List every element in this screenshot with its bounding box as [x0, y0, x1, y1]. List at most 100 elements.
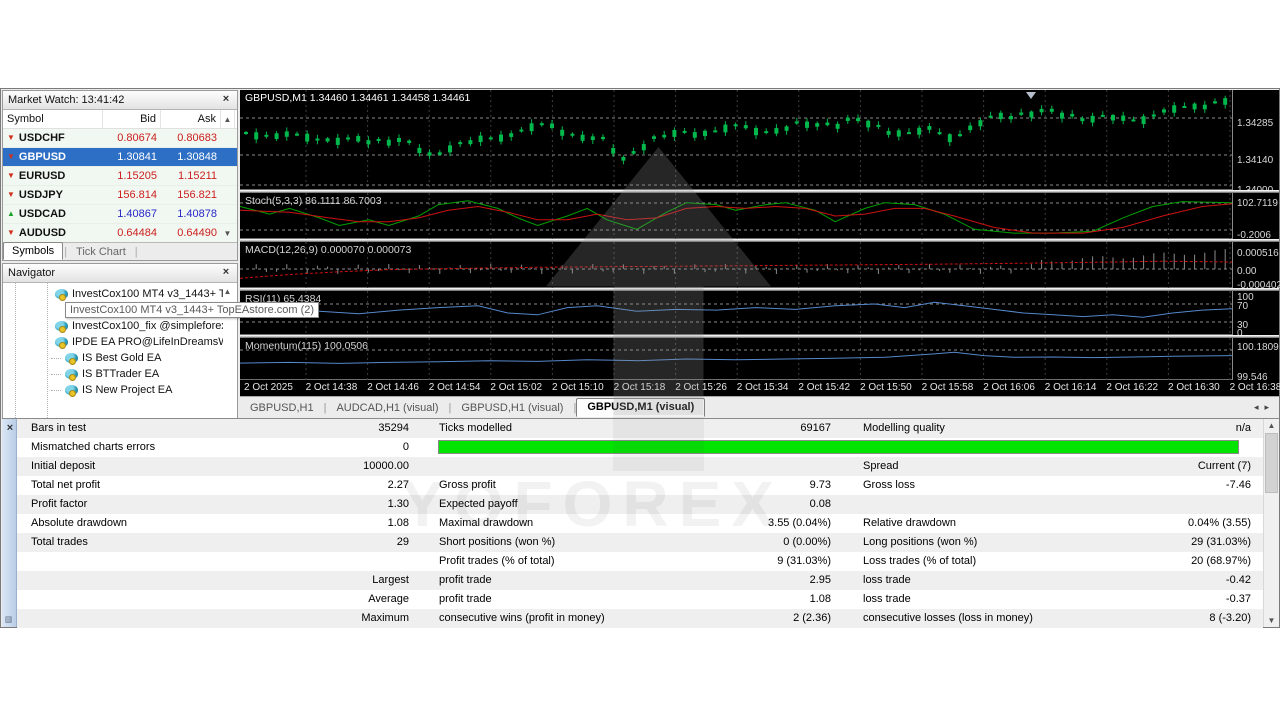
- navigator-item[interactable]: IS Best Gold EA: [51, 350, 223, 366]
- ask-cell: 1.15211: [161, 167, 221, 185]
- tester-label-3: [863, 495, 1061, 514]
- symbol-cell: ▼USDJPY: [3, 186, 103, 204]
- mom-pane[interactable]: Momentum(115) 100.0506: [240, 338, 1232, 380]
- tester-label-2: consecutive wins (profit in money): [439, 609, 639, 628]
- tester-label-3: Loss trades (% of total): [863, 552, 1061, 571]
- market-row-USDCHF[interactable]: ▼USDCHF0.806740.80683: [3, 129, 237, 148]
- chart-area[interactable]: GBPUSD,M1 1.34460 1.34461 1.34458 1.3446…: [240, 90, 1279, 396]
- chart-tab-0[interactable]: GBPUSD,H1: [240, 400, 324, 417]
- bid-cell: 1.15205: [103, 167, 161, 185]
- tester-row: Total trades29Short positions (won %)0 (…: [17, 533, 1263, 552]
- tester-value-2: 0 (0.00%): [639, 533, 831, 552]
- scrollbar-thumb[interactable]: [1265, 433, 1278, 493]
- market-row-USDJPY[interactable]: ▼USDJPY156.814156.821: [3, 186, 237, 205]
- tester-value-3: -7.46: [1061, 476, 1263, 495]
- rsi-pane[interactable]: RSI(11) 65.4384: [240, 291, 1232, 335]
- row-rail: [221, 129, 235, 147]
- tester-label-3: Relative drawdown: [863, 514, 1061, 533]
- tester-gap: [831, 609, 863, 628]
- tester-gap: [409, 571, 439, 590]
- navigator-item[interactable]: IPDE EA PRO@LifeInDreamsWc: [51, 334, 223, 350]
- col-ask: Ask: [161, 110, 221, 128]
- symbol-name: USDCHF: [19, 129, 65, 147]
- tester-label-3: Long positions (won %): [863, 533, 1061, 552]
- time-label: 2 Oct 15:50: [860, 382, 912, 393]
- navigator-tooltip: InvestCox100 MT4 v3_1443+ TopEAstore.com…: [65, 302, 319, 318]
- tester-value-1: 35294: [241, 419, 409, 438]
- navigator-title: Navigator: [8, 267, 55, 279]
- macd-label: MACD(12,26,9) 0.000070 0.000073: [245, 244, 411, 256]
- bid-cell: 0.64484: [103, 224, 161, 242]
- tester-gap: [831, 514, 863, 533]
- tester-rows: Bars in test35294Ticks modelled69167Mode…: [17, 419, 1263, 628]
- scroll-up-icon[interactable]: ▲: [221, 115, 234, 124]
- scroll-up-icon[interactable]: ▲: [1264, 421, 1279, 430]
- navigator-titlebar[interactable]: Navigator ×: [3, 264, 237, 283]
- mom-label: Momentum(115) 100.0506: [245, 340, 368, 352]
- tester-gap: [831, 495, 863, 514]
- tester-row: Profit factor1.30Expected payoff0.08: [17, 495, 1263, 514]
- tester-gap: [409, 495, 439, 514]
- navigator-item[interactable]: IS BTTrader EA: [51, 366, 223, 382]
- navigator-close-icon[interactable]: ×: [219, 266, 233, 280]
- symbol-cell: ▼AUDUSD: [3, 224, 103, 242]
- tester-strip: × ▤: [2, 419, 17, 627]
- market-row-USDCAD[interactable]: ▲USDCAD1.408671.40878: [3, 205, 237, 224]
- tester-label-3: Modelling quality: [863, 419, 1061, 438]
- tester-value-3: 8 (-3.20): [1061, 609, 1263, 628]
- market-row-AUDUSD[interactable]: ▼AUDUSD0.644840.64490: [3, 224, 237, 243]
- time-label: 2 Oct 15:34: [737, 382, 789, 393]
- tester-gap: [409, 514, 439, 533]
- tester-value-3: -0.42: [1061, 571, 1263, 590]
- market-watch-close-icon[interactable]: ×: [219, 93, 233, 107]
- navigator-item[interactable]: InvestCox100 MT4 v3_1443+ To: [51, 286, 223, 302]
- tester-label-2: Expected payoff: [439, 495, 639, 514]
- time-axis[interactable]: 2 Oct 20252 Oct 14:382 Oct 14:462 Oct 14…: [240, 380, 1279, 396]
- tester-value-2: 2.95: [639, 571, 831, 590]
- navigator-item[interactable]: InvestCox100_fix @simpleforex: [51, 318, 223, 334]
- scale-label: 100.1809: [1237, 342, 1279, 353]
- tester-scrollbar[interactable]: ▲ ▼: [1263, 419, 1279, 627]
- market-watch-tab-1[interactable]: Tick Chart: [68, 244, 134, 260]
- tab-separator: |: [134, 244, 139, 260]
- macd-pane[interactable]: MACD(12,26,9) 0.000070 0.000073: [240, 242, 1232, 288]
- tester-row: Initial deposit10000.00SpreadCurrent (7): [17, 457, 1263, 476]
- bid-cell: 1.30841: [103, 148, 161, 166]
- navigator-item[interactable]: IS New Project EA: [51, 382, 223, 398]
- tester-grip-icon: ▤: [4, 616, 13, 624]
- col-symbol: Symbol: [3, 110, 103, 128]
- ask-cell: 156.821: [161, 186, 221, 204]
- market-row-GBPUSD[interactable]: ▼GBPUSD1.308411.30848: [3, 148, 237, 167]
- scroll-down-icon[interactable]: ▼: [1264, 616, 1279, 625]
- scroll-up-icon[interactable]: ▲: [221, 287, 234, 296]
- ask-cell: 1.30848: [161, 148, 221, 166]
- tester-value-1: Average: [241, 590, 409, 609]
- main-chart-pane[interactable]: GBPUSD,M1 1.34460 1.34461 1.34458 1.3446…: [240, 90, 1232, 190]
- price-scale: 1.342851.341401.34000: [1232, 90, 1279, 190]
- tab-scroll-arrows[interactable]: ◂▸: [1254, 402, 1275, 413]
- tester-value-2: 2 (2.36): [639, 609, 831, 628]
- market-watch-titlebar[interactable]: Market Watch: 13:41:42 ×: [3, 91, 237, 110]
- tree-twig: [51, 374, 61, 375]
- market-watch-rows: ▼USDCHF0.806740.80683▼GBPUSD1.308411.308…: [3, 129, 237, 243]
- screen: Market Watch: 13:41:42 × Symbol Bid Ask …: [0, 0, 1280, 720]
- market-watch-tab-0[interactable]: Symbols: [3, 242, 63, 260]
- expert-advisor-icon: [65, 353, 78, 363]
- market-row-EURUSD[interactable]: ▼EURUSD1.152051.15211: [3, 167, 237, 186]
- mom-scale: 100.180999.546: [1232, 338, 1279, 380]
- tester-close-icon[interactable]: ×: [3, 422, 17, 436]
- stoch-pane[interactable]: Stoch(5,3,3) 86.1111 86.7003: [240, 193, 1232, 239]
- tester-gap: [409, 419, 439, 438]
- bid-cell: 156.814: [103, 186, 161, 204]
- chart-tab-2[interactable]: GBPUSD,H1 (visual): [451, 400, 573, 417]
- chart-tab-3[interactable]: GBPUSD,M1 (visual): [576, 398, 705, 417]
- tester-value-3: -0.37: [1061, 590, 1263, 609]
- chart-tab-1[interactable]: AUDCAD,H1 (visual): [326, 400, 448, 417]
- tester-value-2: 9 (31.03%): [639, 552, 831, 571]
- tester-gap: [409, 533, 439, 552]
- scroll-down-icon[interactable]: ▼: [221, 229, 234, 238]
- down-arrow-icon: ▼: [7, 191, 15, 199]
- tester-value-1: [241, 552, 409, 571]
- tester-label-2: Short positions (won %): [439, 533, 639, 552]
- time-label: 2 Oct 2025: [244, 382, 293, 393]
